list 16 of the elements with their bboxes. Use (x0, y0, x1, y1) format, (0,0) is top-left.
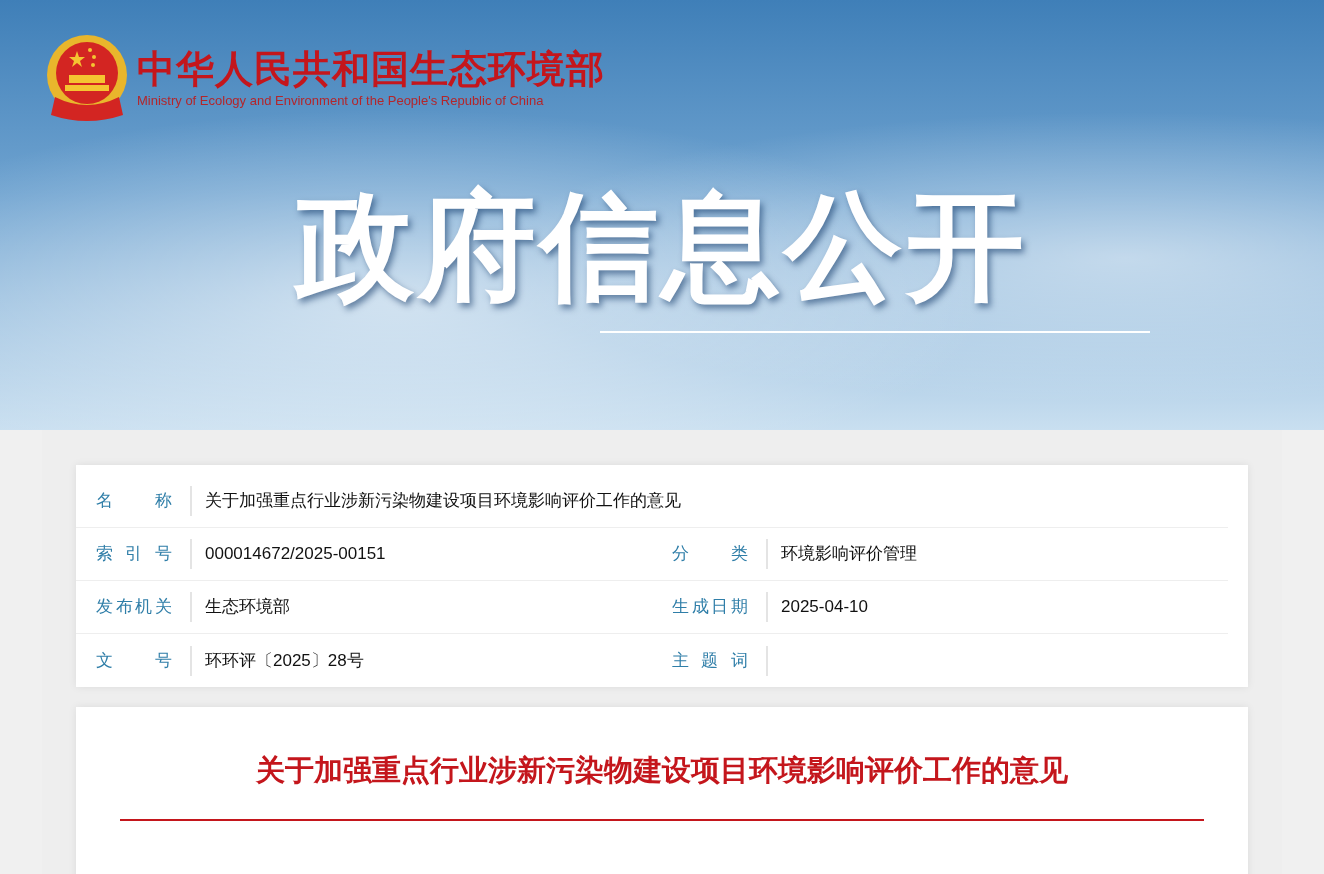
ministry-english-name: Ministry of Ecology and Environment of the People's Republic of China (137, 92, 545, 111)
ministry-name: 中华人民共和国生态环境部 (137, 49, 605, 92)
field-label: 索 引 号 (96, 543, 172, 566)
article-title: 关于加强重点行业涉新污染物建设项目环境影响评价工作的意见 (255, 753, 1069, 788)
field-value: 2025-04-10 (781, 596, 868, 619)
field-value: 环境影响评价管理 (781, 543, 917, 566)
field-label: 发布机关 (96, 596, 172, 619)
field-value: 000014672/2025-00151 (205, 543, 386, 566)
field-label: 生成日期 (672, 596, 748, 619)
field-label: 文 号 (96, 649, 172, 672)
field-value: 关于加强重点行业涉新污染物建设项目环境影响评价工作的意见 (205, 490, 681, 513)
field-label: 主 题 词 (672, 649, 748, 672)
field-value: 环环评〔2025〕28号 (205, 649, 364, 672)
field-label: 分 类 (672, 543, 748, 566)
field-label: 名 称 (96, 490, 172, 513)
field-value: 生态环境部 (205, 596, 290, 619)
